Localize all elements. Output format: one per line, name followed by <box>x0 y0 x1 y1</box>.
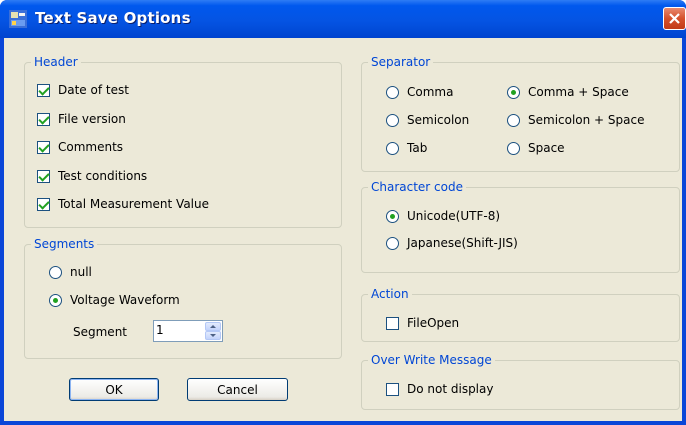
segment-input[interactable] <box>156 323 196 337</box>
radio-label: Space <box>528 141 565 155</box>
checkbox-label: Do not display <box>407 382 494 396</box>
close-icon <box>669 13 680 24</box>
checkbox-box[interactable] <box>37 83 50 97</box>
radio-space[interactable]: Space <box>507 140 565 156</box>
checkbox-test-conditions[interactable]: Test conditions <box>37 168 147 184</box>
action-legend: Action <box>368 286 412 302</box>
radio-label: Comma <box>407 85 454 99</box>
radio-label: Comma + Space <box>528 85 629 99</box>
ok-button[interactable]: OK <box>69 378 159 401</box>
segment-spinner[interactable] <box>153 320 223 342</box>
radio-button[interactable] <box>507 141 520 155</box>
character-code-group: Character code Unicode(UTF-8) Japanese(S… <box>361 179 680 273</box>
spin-up-button[interactable] <box>205 322 221 331</box>
radio-voltage-waveform[interactable]: Voltage Waveform <box>49 292 180 308</box>
radio-comma-space[interactable]: Comma + Space <box>507 84 629 100</box>
checkbox-box[interactable] <box>37 197 50 211</box>
checkbox-fileopen[interactable]: FileOpen <box>386 315 459 331</box>
spin-down-button[interactable] <box>205 331 221 340</box>
checkbox-label: Total Measurement Value <box>58 197 209 211</box>
window-title: Text Save Options <box>35 9 191 27</box>
segment-label: Segment <box>73 325 127 339</box>
checkbox-file-version[interactable]: File version <box>37 111 126 127</box>
checkbox-label: File version <box>58 112 126 126</box>
radio-button[interactable] <box>507 85 520 99</box>
header-group: Header Date of test File version Comment… <box>24 54 342 228</box>
checkbox-label: Date of test <box>58 83 129 97</box>
checkbox-total-measurement-value[interactable]: Total Measurement Value <box>37 196 209 212</box>
checkbox-box[interactable] <box>386 382 399 396</box>
checkbox-label: Test conditions <box>58 169 148 183</box>
cancel-button[interactable]: Cancel <box>187 378 288 401</box>
radio-label: Japanese(Shift-JIS) <box>407 236 518 250</box>
radio-button[interactable] <box>386 113 399 127</box>
radio-tab[interactable]: Tab <box>386 140 427 156</box>
dialog-window: Text Save Options Header Date of test Fi… <box>0 0 686 425</box>
radio-null[interactable]: null <box>49 264 92 280</box>
radio-comma[interactable]: Comma <box>386 84 453 100</box>
app-icon <box>9 10 27 28</box>
checkbox-label: Comments <box>58 140 124 154</box>
radio-button[interactable] <box>386 209 399 223</box>
separator-legend: Separator <box>368 54 434 70</box>
separator-group: Separator Comma Comma + Space Semicolon … <box>361 54 680 172</box>
radio-label: Unicode(UTF-8) <box>407 209 501 223</box>
radio-semicolon-space[interactable]: Semicolon + Space <box>507 112 645 128</box>
checkbox-date-of-test[interactable]: Date of test <box>37 82 129 98</box>
segments-group: Segments null Voltage Waveform Segment <box>24 236 342 359</box>
action-group: Action FileOpen <box>361 286 680 342</box>
radio-japanese-shift-jis[interactable]: Japanese(Shift-JIS) <box>386 235 518 251</box>
checkbox-label: FileOpen <box>407 316 460 330</box>
character-code-legend: Character code <box>368 179 466 195</box>
radio-unicode-utf8[interactable]: Unicode(UTF-8) <box>386 208 500 224</box>
header-legend: Header <box>31 54 81 70</box>
radio-label: Semicolon <box>407 113 470 127</box>
checkbox-box[interactable] <box>37 169 50 183</box>
radio-label: Voltage Waveform <box>70 293 180 307</box>
checkbox-do-not-display[interactable]: Do not display <box>386 381 493 397</box>
radio-label: null <box>70 265 92 279</box>
dialog-client-area: Header Date of test File version Comment… <box>4 38 682 421</box>
radio-button[interactable] <box>507 113 520 127</box>
checkbox-box[interactable] <box>37 112 50 126</box>
radio-label: Tab <box>407 141 428 155</box>
radio-semicolon[interactable]: Semicolon <box>386 112 469 128</box>
checkbox-box[interactable] <box>386 316 399 330</box>
radio-button[interactable] <box>386 236 399 250</box>
radio-button[interactable] <box>49 293 62 307</box>
spinner-buttons <box>205 322 221 340</box>
segments-legend: Segments <box>31 236 98 252</box>
radio-button[interactable] <box>386 85 399 99</box>
overwrite-message-group: Over Write Message Do not display <box>361 352 680 410</box>
checkbox-comments[interactable]: Comments <box>37 139 123 155</box>
overwrite-message-legend: Over Write Message <box>368 352 495 368</box>
radio-button[interactable] <box>49 265 62 279</box>
close-button[interactable] <box>663 7 686 30</box>
radio-label: Semicolon + Space <box>528 113 645 127</box>
title-bar[interactable]: Text Save Options <box>0 0 686 38</box>
radio-button[interactable] <box>386 141 399 155</box>
checkbox-box[interactable] <box>37 140 50 154</box>
